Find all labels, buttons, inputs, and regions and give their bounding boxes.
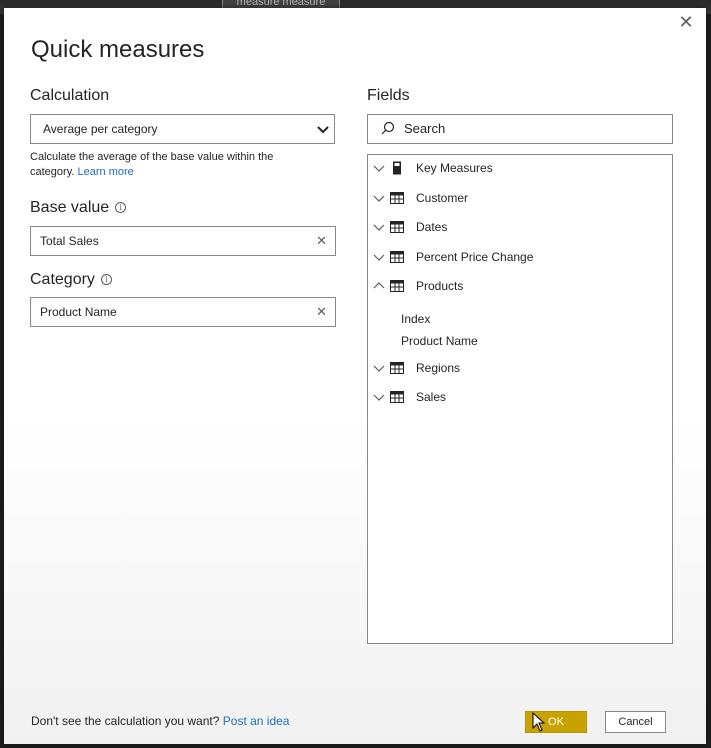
calculation-dropdown[interactable]: Average per category bbox=[30, 114, 335, 144]
fields-search-input[interactable]: Search bbox=[367, 114, 673, 144]
table-icon bbox=[390, 192, 404, 204]
field-child-product-name[interactable]: Product Name bbox=[401, 331, 478, 351]
base-value-text: Total Sales bbox=[40, 234, 99, 248]
field-item-sales[interactable]: Sales bbox=[368, 387, 668, 407]
table-icon bbox=[390, 251, 404, 263]
field-label: Dates bbox=[416, 220, 448, 234]
quick-measures-dialog: ✕ Quick measures Calculation Average per… bbox=[4, 8, 706, 744]
fields-label: Fields bbox=[367, 87, 410, 104]
field-item-products[interactable]: Products bbox=[368, 276, 668, 296]
cancel-button[interactable]: Cancel bbox=[605, 711, 666, 733]
base-value-heading: Base value i bbox=[30, 199, 127, 217]
field-label: Products bbox=[416, 279, 464, 293]
field-label: Sales bbox=[416, 390, 447, 404]
remove-category-icon[interactable]: ✕ bbox=[316, 298, 327, 326]
learn-more-link[interactable]: Learn more bbox=[78, 166, 134, 178]
info-icon[interactable]: i bbox=[115, 202, 127, 213]
chevron-down-icon bbox=[317, 126, 329, 134]
field-item-percent-price-change[interactable]: Percent Price Change bbox=[368, 247, 668, 267]
chevron-down-icon[interactable] bbox=[372, 247, 386, 267]
field-label: Percent Price Change bbox=[416, 250, 534, 264]
calculation-description: Calculate the average of the base value … bbox=[30, 150, 320, 180]
chevron-down-icon[interactable] bbox=[372, 217, 386, 237]
field-item-dates[interactable]: Dates bbox=[368, 217, 668, 237]
footer-prompt-text: Don't see the calculation you want? bbox=[31, 714, 220, 728]
chevron-down-icon[interactable] bbox=[372, 387, 386, 407]
calculator-icon bbox=[393, 161, 401, 175]
close-button[interactable]: ✕ bbox=[676, 12, 696, 32]
post-an-idea-link[interactable]: Post an idea bbox=[223, 714, 290, 728]
chevron-down-icon[interactable] bbox=[372, 358, 386, 378]
description-text: Calculate the average of the base value … bbox=[30, 151, 274, 178]
category-text: Product Name bbox=[40, 305, 117, 319]
dialog-title: Quick measures bbox=[31, 36, 205, 63]
calculation-selected-value: Average per category bbox=[43, 122, 158, 136]
table-icon bbox=[390, 391, 404, 403]
remove-base-value-icon[interactable]: ✕ bbox=[316, 227, 327, 255]
search-icon bbox=[381, 121, 395, 135]
chevron-down-icon[interactable] bbox=[372, 158, 386, 178]
category-field[interactable]: Product Name ✕ bbox=[30, 297, 336, 327]
table-icon bbox=[390, 362, 404, 374]
field-child-index[interactable]: Index bbox=[401, 309, 430, 329]
field-label: Regions bbox=[416, 361, 461, 375]
field-item-customer[interactable]: Customer bbox=[368, 188, 668, 208]
field-item-regions[interactable]: Regions bbox=[368, 358, 668, 378]
base-value-field[interactable]: Total Sales ✕ bbox=[30, 226, 336, 256]
calculation-label: Calculation bbox=[30, 87, 110, 104]
base-value-label: Base value bbox=[30, 199, 110, 216]
info-icon[interactable]: i bbox=[100, 274, 112, 285]
field-label: Key Measures bbox=[416, 161, 493, 175]
table-icon bbox=[390, 221, 404, 233]
table-icon bbox=[390, 280, 404, 292]
chevron-down-icon[interactable] bbox=[372, 188, 386, 208]
field-label: Customer bbox=[416, 191, 469, 205]
category-label: Category bbox=[30, 271, 95, 288]
search-placeholder: Search bbox=[404, 121, 446, 136]
chevron-up-icon[interactable] bbox=[372, 276, 386, 296]
category-heading: Category i bbox=[30, 271, 112, 289]
footer-prompt: Don't see the calculation you want? Post… bbox=[31, 714, 289, 728]
fields-tree: Key Measures Customer Dates Percent Pric… bbox=[367, 154, 673, 644]
mouse-cursor-icon bbox=[532, 712, 546, 732]
field-item-key-measures[interactable]: Key Measures bbox=[368, 158, 668, 178]
